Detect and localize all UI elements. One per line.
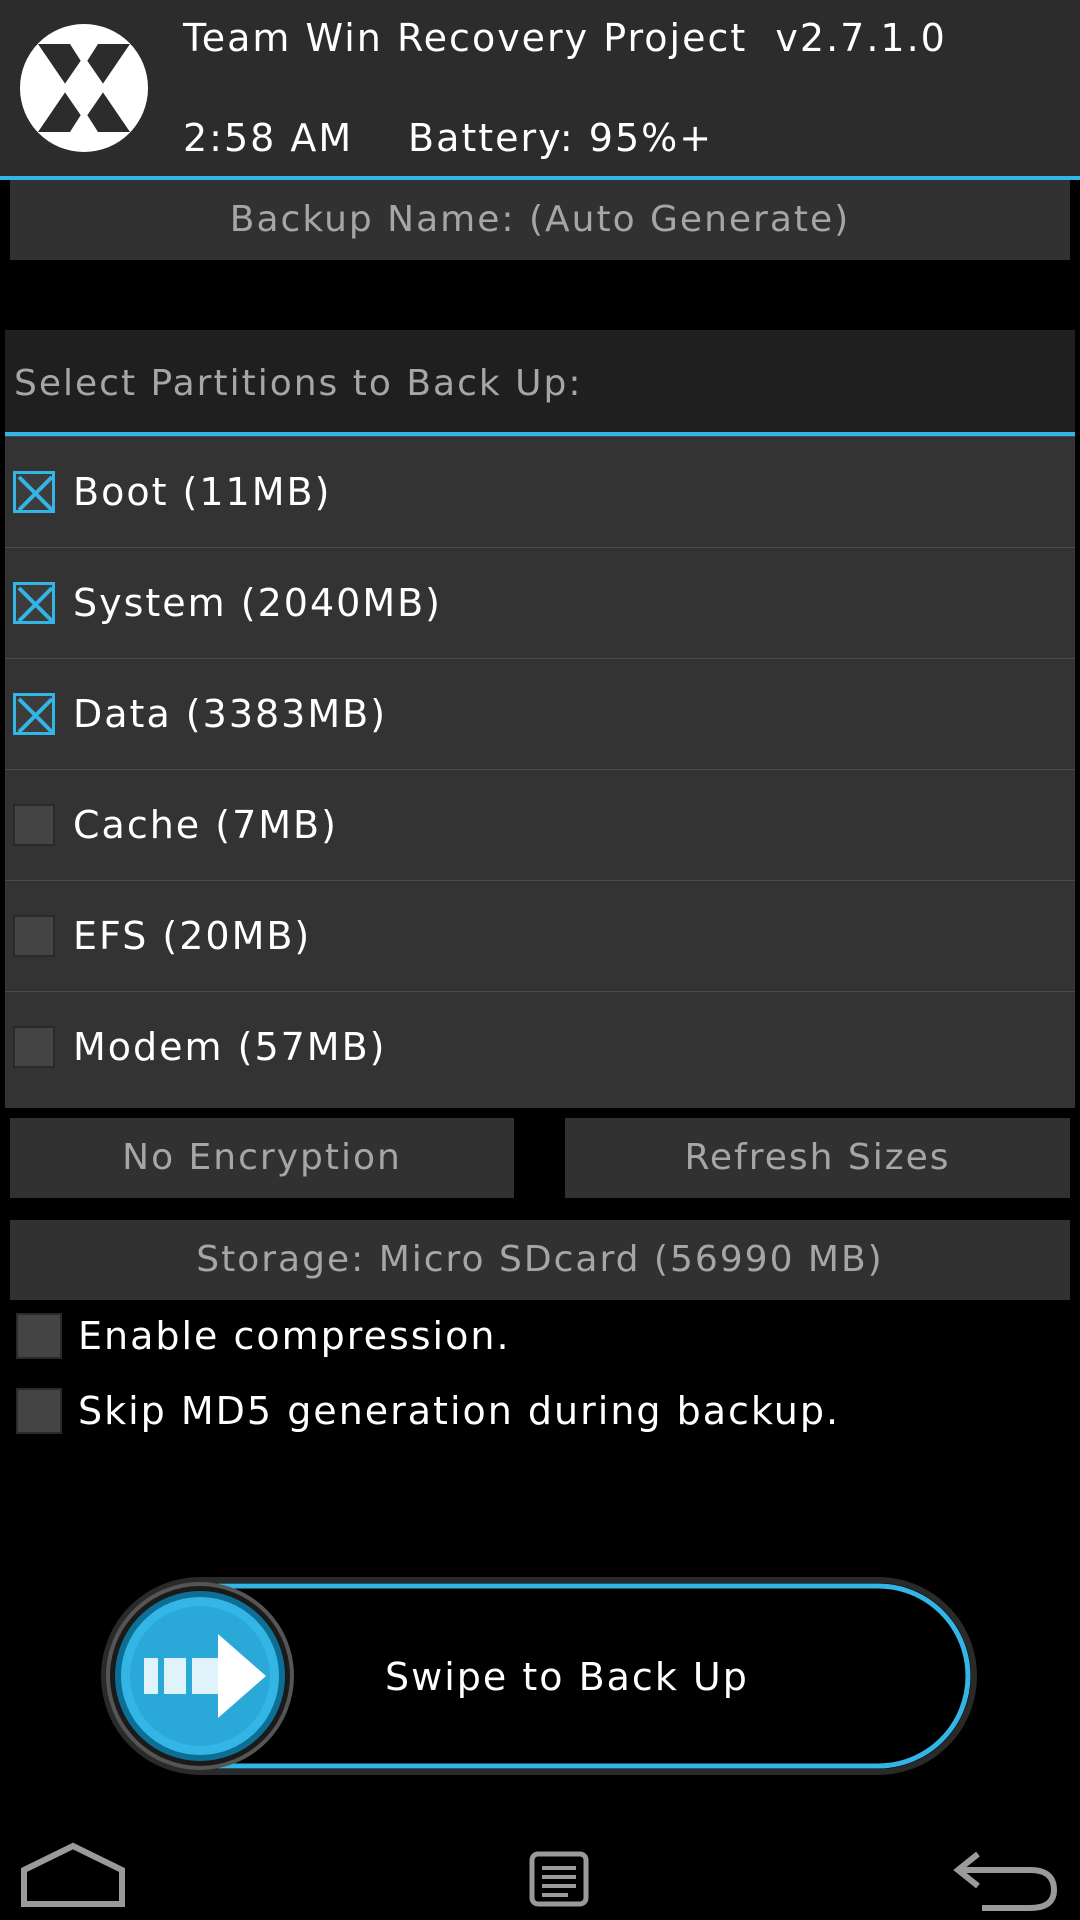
partition-label: Data (3383MB)	[73, 692, 388, 736]
checkbox-unchecked[interactable]	[13, 804, 55, 846]
partition-list-heading: Select Partitions to Back Up:	[5, 330, 1075, 436]
partition-item-efs[interactable]: EFS (20MB)	[5, 880, 1075, 991]
partition-label: EFS (20MB)	[73, 914, 312, 958]
checkbox-checked[interactable]	[13, 471, 55, 513]
partition-item-data[interactable]: Data (3383MB)	[5, 658, 1075, 769]
checkbox-unchecked[interactable]	[16, 1388, 62, 1434]
checkbox-unchecked[interactable]	[16, 1313, 62, 1359]
checkbox-unchecked[interactable]	[13, 1026, 55, 1068]
encryption-button[interactable]: No Encryption	[10, 1118, 514, 1198]
home-icon[interactable]	[20, 1842, 126, 1908]
twrp-logo-icon	[20, 24, 148, 152]
refresh-sizes-button[interactable]: Refresh Sizes	[565, 1118, 1070, 1198]
backup-name-button[interactable]: Backup Name: (Auto Generate)	[10, 180, 1070, 260]
partition-label: Modem (57MB)	[73, 1025, 387, 1069]
battery-status: Battery: 95%+	[408, 116, 714, 160]
back-icon[interactable]	[952, 1850, 1060, 1912]
partition-item-system[interactable]: System (2040MB)	[5, 547, 1075, 658]
swipe-handle-icon[interactable]	[106, 1582, 294, 1770]
partition-item-boot[interactable]: Boot (11MB)	[5, 436, 1075, 547]
partition-item-cache[interactable]: Cache (7MB)	[5, 769, 1075, 880]
checkbox-unchecked[interactable]	[13, 915, 55, 957]
partition-label: Cache (7MB)	[73, 803, 338, 847]
log-icon[interactable]	[528, 1850, 590, 1908]
option-label: Skip MD5 generation during backup.	[78, 1389, 841, 1433]
checkbox-checked[interactable]	[13, 693, 55, 735]
partition-item-modem[interactable]: Modem (57MB)	[5, 991, 1075, 1102]
checkbox-checked[interactable]	[13, 582, 55, 624]
storage-select-button[interactable]: Storage: Micro SDcard (56990 MB)	[10, 1220, 1070, 1300]
partition-list: Select Partitions to Back Up: Boot (11MB…	[5, 330, 1075, 1108]
option-label: Enable compression.	[78, 1314, 511, 1358]
partition-label: Boot (11MB)	[73, 470, 332, 514]
swipe-label: Swipe to Back Up	[385, 1655, 749, 1699]
header-bar: Team Win Recovery Project v2.7.1.0 2:58 …	[0, 0, 1080, 180]
partition-label: System (2040MB)	[73, 581, 442, 625]
app-title: Team Win Recovery Project v2.7.1.0	[183, 16, 947, 60]
clock-text: 2:58 AM	[183, 116, 354, 160]
